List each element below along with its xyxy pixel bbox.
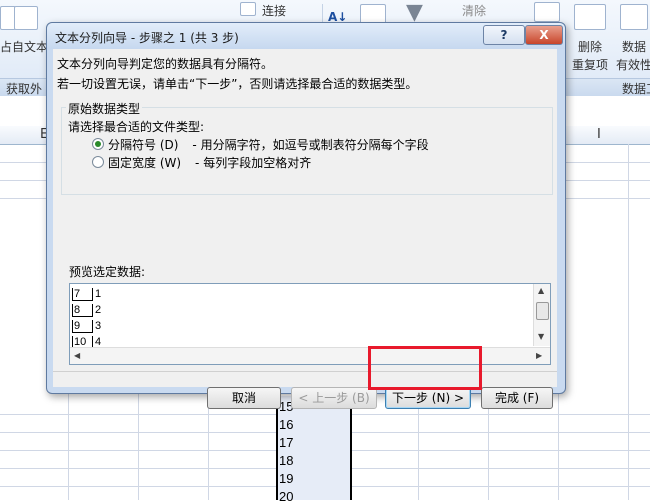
preview-row: 93 bbox=[72, 320, 101, 333]
cell-value[interactable]: 20 bbox=[279, 489, 293, 504]
fixed-width-label[interactable]: 固定宽度 (W) bbox=[108, 156, 181, 170]
preview-row-number: 9 bbox=[72, 320, 93, 333]
scroll-right-icon[interactable]: ▶ bbox=[536, 351, 542, 360]
scroll-down-icon[interactable]: ▼ bbox=[538, 332, 544, 341]
from-access-label[interactable]: 占 bbox=[0, 38, 12, 55]
cancel-button[interactable]: 取消 bbox=[207, 387, 281, 409]
text-to-columns-icon[interactable] bbox=[534, 2, 560, 22]
preview-row: 82 bbox=[72, 304, 101, 317]
wizard-intro-line-2: 若一切设置无误，请单击“下一步”，否则请选择最合适的数据类型。 bbox=[57, 77, 418, 91]
help-button[interactable]: ? bbox=[483, 25, 525, 45]
data-validation-icon[interactable] bbox=[620, 4, 648, 30]
radio-unselected-icon[interactable] bbox=[92, 156, 104, 168]
preview-row-value: 1 bbox=[95, 288, 102, 300]
from-text-icon[interactable] bbox=[14, 6, 38, 30]
scroll-up-icon[interactable]: ▲ bbox=[538, 286, 544, 295]
cell-value[interactable]: 19 bbox=[279, 471, 293, 486]
fixed-width-description: - 每列字段加空格对齐 bbox=[195, 156, 312, 170]
group-instruction: 请选择最合适的文件类型: bbox=[68, 120, 205, 134]
next-button[interactable]: 下一步 (N) > bbox=[385, 387, 471, 409]
text-to-columns-wizard-dialog: 文本分列向导 - 步骤之 1 (共 3 步) ? X 文本分列向导判定您的数据具… bbox=[46, 22, 566, 409]
wizard-intro-line-1: 文本分列向导判定您的数据具有分隔符。 bbox=[57, 57, 274, 71]
group-title: 原始数据类型 bbox=[66, 100, 143, 117]
connections-button[interactable]: 连接 bbox=[262, 2, 286, 19]
remove-duplicates-label-2[interactable]: 重复项 bbox=[572, 56, 608, 73]
dialog-titlebar[interactable]: 文本分列向导 - 步骤之 1 (共 3 步) ? X bbox=[47, 23, 565, 49]
preview-row: 71 bbox=[72, 288, 101, 301]
remove-duplicates-label-1[interactable]: 删除 bbox=[578, 38, 602, 55]
close-button[interactable]: X bbox=[525, 25, 563, 45]
preview-vertical-scrollbar[interactable]: ▲ ▼ bbox=[533, 284, 550, 346]
original-data-type-group: 原始数据类型 请选择最合适的文件类型: 分隔符号 (D) - 用分隔字符，如逗号或… bbox=[61, 100, 553, 195]
delimited-option[interactable]: 分隔符号 (D) - 用分隔字符，如逗号或制表符分隔每个字段 bbox=[92, 136, 429, 153]
cell-value[interactable]: 16 bbox=[279, 417, 293, 432]
data-validation-label-2[interactable]: 有效性 bbox=[616, 56, 650, 73]
delimited-description: - 用分隔字符，如逗号或制表符分隔每个字段 bbox=[192, 138, 429, 152]
cell-value[interactable]: 17 bbox=[279, 435, 293, 450]
column-i-header[interactable]: I bbox=[597, 127, 601, 142]
cell-value[interactable]: 18 bbox=[279, 453, 293, 468]
back-button[interactable]: < 上一步 (B) bbox=[291, 387, 377, 409]
dialog-body: 文本分列向导判定您的数据具有分隔符。 若一切设置无误，请单击“下一步”，否则请选… bbox=[53, 49, 557, 409]
get-external-data-group: 获取外 bbox=[6, 82, 43, 96]
highlight-annotation-box bbox=[368, 346, 482, 390]
scroll-thumb[interactable] bbox=[536, 302, 549, 320]
preview-row-value: 2 bbox=[95, 304, 102, 316]
connections-icon[interactable] bbox=[240, 2, 256, 16]
preview-row-number: 7 bbox=[72, 288, 93, 301]
from-text-label[interactable]: 自文本 bbox=[12, 38, 48, 55]
delimited-label[interactable]: 分隔符号 (D) bbox=[108, 138, 178, 152]
radio-selected-icon[interactable] bbox=[92, 138, 104, 150]
finish-button[interactable]: 完成 (F) bbox=[481, 387, 553, 409]
clear-button[interactable]: 清除 bbox=[462, 2, 486, 19]
preview-row-value: 3 bbox=[95, 320, 102, 332]
fixed-width-option[interactable]: 固定宽度 (W) - 每列字段加空格对齐 bbox=[92, 154, 311, 171]
scroll-left-icon[interactable]: ◀ bbox=[74, 351, 80, 360]
data-tools-group: 数据工 bbox=[622, 82, 650, 96]
dialog-title: 文本分列向导 - 步骤之 1 (共 3 步) bbox=[55, 31, 239, 45]
remove-duplicates-icon[interactable] bbox=[574, 4, 606, 30]
preview-row-number: 8 bbox=[72, 304, 93, 317]
data-validation-label-1[interactable]: 数据 bbox=[622, 38, 646, 55]
preview-label: 预览选定数据: bbox=[69, 265, 146, 279]
